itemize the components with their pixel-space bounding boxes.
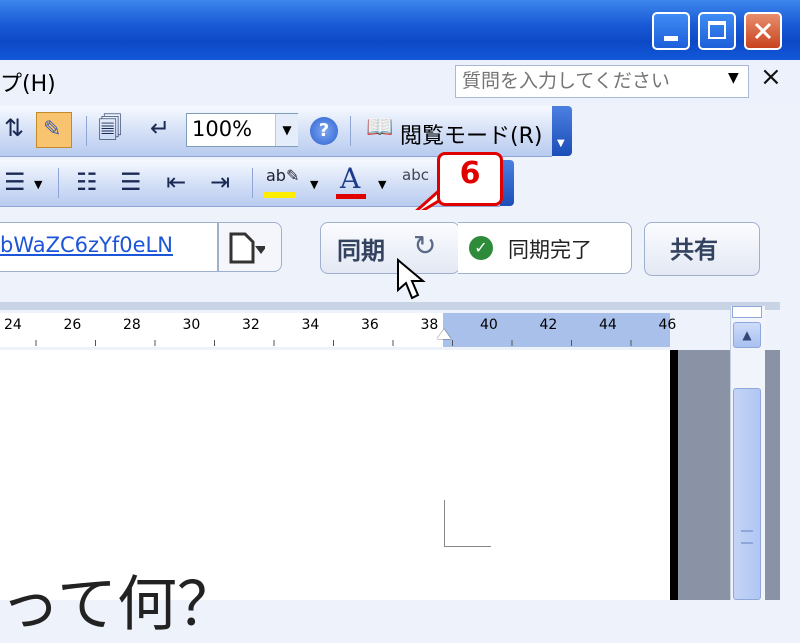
- sync-button-label: 同期: [337, 237, 385, 265]
- highlight-dropdown-icon[interactable]: ▼: [310, 178, 318, 191]
- toolbar-separator: [350, 116, 351, 146]
- zoom-value: 100%: [192, 117, 253, 141]
- ruler-ticks: [35, 340, 632, 346]
- document-map-icon[interactable]: 🗐: [98, 116, 122, 140]
- split-box[interactable]: [732, 306, 762, 318]
- minimize-icon: [664, 36, 678, 41]
- ruler-label: 40: [480, 317, 498, 333]
- highlight-button[interactable]: ab✎: [264, 166, 300, 200]
- menu-item-help[interactable]: プ(H): [0, 66, 56, 98]
- ruler-label: 46: [658, 317, 677, 333]
- mouse-cursor-icon: [397, 258, 426, 300]
- font-color-dropdown-icon[interactable]: ▼: [378, 178, 386, 191]
- page-edge: [670, 350, 678, 600]
- toolbar-separator: [86, 116, 87, 146]
- close-icon: [754, 22, 772, 40]
- ruler-labels: 24 26 28 30 32 34 36 38 40 42 44 46: [0, 317, 676, 337]
- step-number: 6: [459, 156, 481, 191]
- zoom-dropdown-icon[interactable]: ▼: [275, 114, 298, 146]
- sort-icon[interactable]: ⇅: [4, 116, 24, 140]
- highlight-icon: ab✎: [266, 166, 300, 185]
- toolbar-separator: [252, 168, 253, 198]
- ruler-label: 24: [4, 317, 22, 333]
- maximize-button[interactable]: [698, 12, 736, 50]
- font-color-icon: A: [340, 162, 361, 195]
- document-icon: [229, 232, 265, 264]
- document-menu-button[interactable]: [218, 222, 282, 272]
- ruler-border: [0, 302, 780, 310]
- help-search-input[interactable]: [456, 66, 708, 95]
- margin-corner-mark: [444, 500, 491, 547]
- ruler-label: 38: [420, 317, 439, 333]
- ruler-label: 42: [539, 317, 558, 333]
- ruler-label: 26: [63, 317, 82, 333]
- toolbar-separator: [58, 168, 59, 198]
- increase-indent-icon[interactable]: ⇥: [210, 170, 230, 194]
- check-icon: ✓: [469, 236, 493, 260]
- bullet-list-icon[interactable]: ☰: [120, 170, 142, 194]
- drawing-button[interactable]: ✎: [36, 112, 72, 148]
- numbered-list-icon[interactable]: ☷: [76, 170, 98, 194]
- font-color-button[interactable]: A: [334, 162, 368, 200]
- minimize-button[interactable]: [652, 12, 690, 50]
- ruler-label: 36: [361, 317, 379, 333]
- help-dropdown-icon[interactable]: ▼: [728, 70, 739, 86]
- drawing-icon: ✎: [43, 117, 62, 142]
- book-icon: 📖: [366, 115, 394, 140]
- reading-mode-button[interactable]: 閲覧モード(R): [400, 118, 542, 150]
- toolbar-options-handle[interactable]: ▼: [552, 106, 572, 156]
- ruler-label: 32: [242, 317, 260, 333]
- ruler-label: 44: [599, 317, 617, 333]
- decrease-indent-icon[interactable]: ⇤: [166, 170, 186, 194]
- scroll-grip-icon: [741, 530, 753, 544]
- show-hide-icon[interactable]: ↵: [150, 116, 170, 140]
- document-name-link[interactable]: bWaZC6zYf0eLN: [0, 233, 173, 257]
- document-name-box[interactable]: bWaZC6zYf0eLN: [0, 222, 218, 272]
- maximize-icon: [708, 21, 726, 39]
- sync-status-label: 同期完了: [508, 238, 592, 262]
- align-dropdown-icon[interactable]: ▼: [34, 178, 42, 191]
- help-icon[interactable]: ?: [310, 117, 338, 145]
- scroll-up-button[interactable]: ▲: [733, 322, 761, 348]
- close-button[interactable]: [744, 12, 782, 50]
- ruler-label: 34: [301, 317, 320, 333]
- align-icon[interactable]: ☰: [4, 170, 26, 194]
- scroll-thumb[interactable]: [733, 388, 761, 600]
- document-close-button[interactable]: ×: [760, 62, 782, 92]
- help-search-box[interactable]: [455, 65, 749, 98]
- right-indent-marker[interactable]: [437, 329, 451, 339]
- ruler-label: 30: [182, 317, 201, 333]
- ruler-label: 28: [123, 317, 141, 333]
- share-button-label: 共有: [670, 236, 718, 264]
